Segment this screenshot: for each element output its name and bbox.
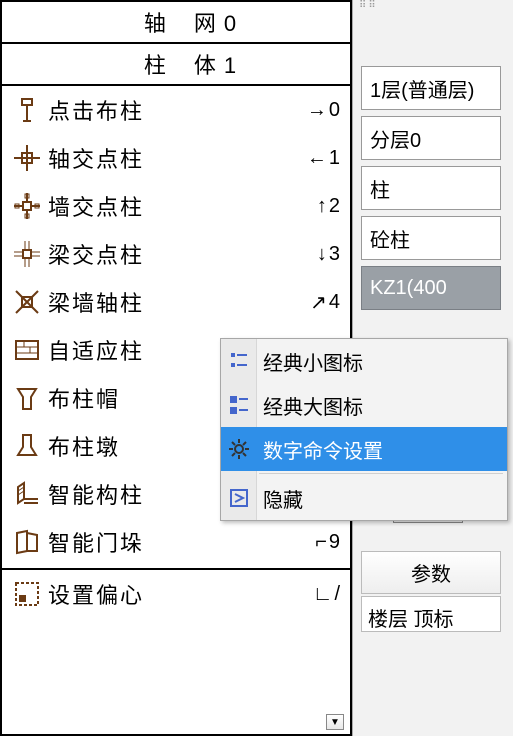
header-tab-num: 0 <box>224 11 236 36</box>
floor-field[interactable]: 1层(普通层) <box>361 66 501 110</box>
menu-item-number-command-settings[interactable]: 数字命令设置 <box>221 427 507 471</box>
tool-label: 轴交点柱 <box>48 142 144 174</box>
layer-field[interactable]: 分层0 <box>361 116 501 160</box>
arrow-icon: ⌐ <box>315 531 327 554</box>
arrow-icon: ↗ <box>310 290 327 315</box>
arrow-icon: ↑ <box>317 195 327 218</box>
menu-item-label: 数字命令设置 <box>263 435 383 464</box>
tool-label: 梁交点柱 <box>48 238 144 270</box>
beam-cross-icon <box>12 239 42 269</box>
tool-number: 3 <box>329 243 340 266</box>
beam-wall-icon <box>12 287 42 317</box>
field-value: KZ1(400 <box>370 277 447 300</box>
type-field[interactable]: 砼柱 <box>361 216 501 260</box>
tool-smart-door[interactable]: 智能门垛 ⌐9 <box>2 518 350 566</box>
header-tab-axis[interactable]: 轴网0 <box>2 2 350 44</box>
small-icons-icon <box>225 347 253 375</box>
field-value: 1层(普通层) <box>370 74 474 103</box>
category-field[interactable]: 柱 <box>361 166 501 210</box>
arrow-icon: ↓ <box>317 243 327 266</box>
field-value: 柱 <box>370 174 390 203</box>
header-tab-num: 1 <box>224 53 236 78</box>
arrow-icon: ∟ <box>313 583 333 606</box>
dropdown-button[interactable]: ▼ <box>326 714 344 730</box>
menu-item-label: 经典小图标 <box>263 347 363 376</box>
field-value: 分层0 <box>370 124 421 153</box>
tool-beam-wall-axis[interactable]: 梁墙轴柱 ↗4 <box>2 278 350 326</box>
tool-label: 布柱墩 <box>48 430 120 462</box>
tool-label: 智能门垛 <box>48 526 144 558</box>
menu-separator <box>259 473 503 474</box>
menu-item-large-icons[interactable]: 经典大图标 <box>221 383 507 427</box>
tool-label: 点击布柱 <box>48 94 144 126</box>
arrow-icon: ← <box>307 147 327 170</box>
tool-set-offset[interactable]: 设置偏心 ∟/ <box>2 570 350 618</box>
tool-number: 1 <box>329 147 340 170</box>
tool-label: 智能构柱 <box>48 478 144 510</box>
param-row-partial[interactable]: 楼层 顶标 <box>361 596 501 632</box>
grip-dots-icon[interactable]: ⠿⠿ <box>359 4 378 8</box>
menu-item-small-icons[interactable]: 经典小图标 <box>221 339 507 383</box>
tool-label: 自适应柱 <box>48 334 144 366</box>
component-field-selected[interactable]: KZ1(400 <box>361 266 501 310</box>
menu-item-hide[interactable]: 隐藏 <box>221 476 507 520</box>
header-tab-column[interactable]: 柱体1 <box>2 44 350 86</box>
smart-door-icon <box>12 527 42 557</box>
arrow-icon: → <box>307 99 327 122</box>
tool-wall-cross[interactable]: 墙交点柱 ↑2 <box>2 182 350 230</box>
click-column-icon <box>12 95 42 125</box>
set-offset-icon <box>12 579 42 609</box>
adaptive-icon <box>12 335 42 365</box>
param-header: 参数 <box>361 551 501 594</box>
col-cap-icon <box>12 383 42 413</box>
tool-number: / <box>334 583 340 606</box>
tool-number: 2 <box>329 195 340 218</box>
tool-label: 设置偏心 <box>48 578 144 610</box>
col-base-icon <box>12 431 42 461</box>
tool-number: 0 <box>329 99 340 122</box>
tool-click-column[interactable]: 点击布柱 →0 <box>2 86 350 134</box>
gear-icon <box>225 435 253 463</box>
tool-axis-cross[interactable]: 轴交点柱 ←1 <box>2 134 350 182</box>
param-header-label: 参数 <box>411 564 451 586</box>
tool-label: 布柱帽 <box>48 382 120 414</box>
tool-number: 9 <box>329 531 340 554</box>
param-row-text: 楼层 顶标 <box>368 609 454 631</box>
smart-col-icon <box>12 479 42 509</box>
hide-icon <box>225 484 253 512</box>
menu-item-label: 隐藏 <box>263 484 303 513</box>
tool-beam-cross[interactable]: 梁交点柱 ↓3 <box>2 230 350 278</box>
axis-cross-icon <box>12 143 42 173</box>
tool-label: 梁墙轴柱 <box>48 286 144 318</box>
wall-cross-icon <box>12 191 42 221</box>
menu-item-label: 经典大图标 <box>263 391 363 420</box>
large-icons-icon <box>225 391 253 419</box>
context-menu: 经典小图标 经典大图标 数字命令设置 隐藏 <box>220 338 508 521</box>
field-value: 砼柱 <box>370 224 410 253</box>
tool-label: 墙交点柱 <box>48 190 144 222</box>
tool-number: 4 <box>329 291 340 314</box>
